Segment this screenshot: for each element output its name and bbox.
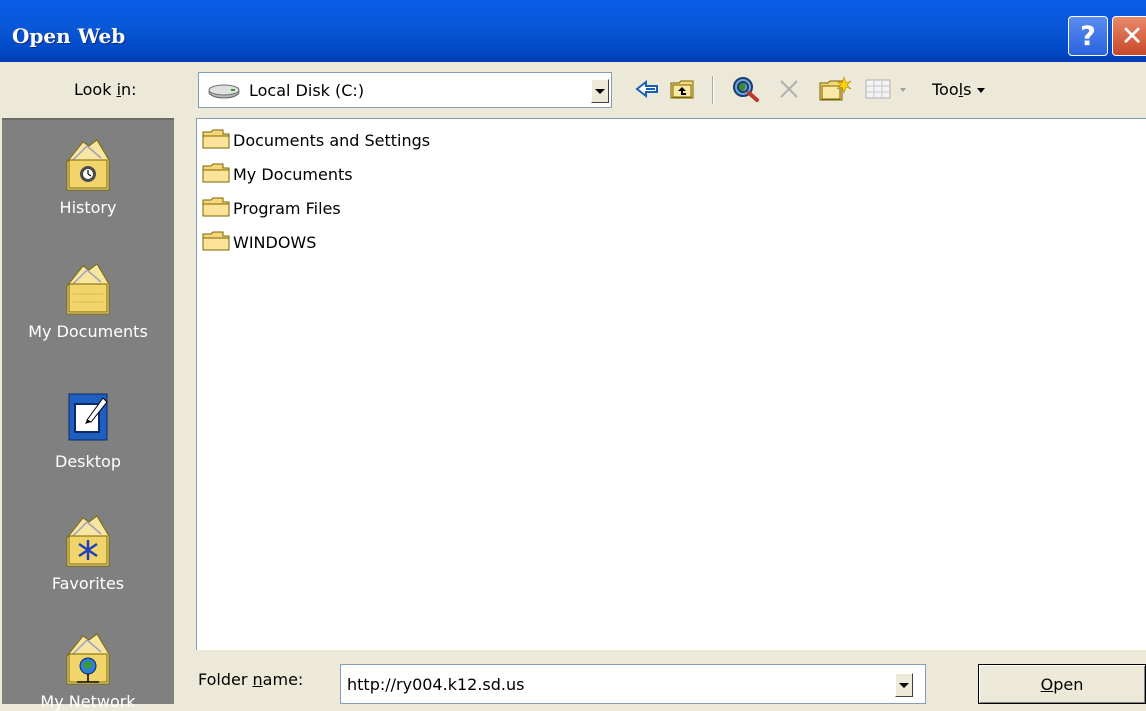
back-button[interactable]: [632, 76, 662, 106]
file-name: WINDOWS: [233, 232, 317, 252]
close-button[interactable]: ✕: [1112, 16, 1146, 56]
folder-icon: [201, 160, 233, 188]
place-label: Desktop: [55, 452, 121, 471]
chevron-down-icon: [977, 88, 986, 93]
folder-name-dropdown-button[interactable]: [895, 673, 913, 697]
tools-menu[interactable]: Tools: [932, 80, 986, 99]
place-my-documents[interactable]: My Documents: [2, 258, 174, 341]
file-list[interactable]: Documents and Settings My Documents Prog…: [196, 118, 1146, 650]
place-history[interactable]: History: [2, 134, 174, 217]
folder-name-input[interactable]: [341, 665, 881, 703]
look-in-dropdown[interactable]: Local Disk (C:): [198, 72, 612, 108]
views-button[interactable]: [862, 76, 912, 106]
place-label: History: [59, 198, 117, 217]
window-title: Open Web: [12, 24, 126, 48]
file-name: My Documents: [233, 164, 353, 184]
folder-icon: [201, 126, 233, 154]
delete-button[interactable]: [774, 76, 804, 106]
places-bar: History My Documents Desktop Favorites M…: [2, 118, 174, 711]
delete-icon: [778, 78, 800, 104]
folder-name-label: Folder name:: [198, 670, 304, 689]
place-my-network[interactable]: My Network: [2, 628, 174, 711]
list-item[interactable]: My Documents: [201, 159, 353, 189]
create-new-folder-button[interactable]: [816, 76, 854, 106]
title-bar: Open Web ? ✕: [0, 0, 1146, 62]
folder-icon: [201, 228, 233, 256]
close-icon: ✕: [1120, 20, 1144, 52]
history-icon: [2, 134, 174, 194]
open-button[interactable]: Open: [978, 664, 1146, 704]
look-in-label: Look in:: [74, 80, 137, 99]
place-label: My Documents: [28, 322, 148, 341]
place-label: Favorites: [51, 574, 125, 593]
list-item[interactable]: Documents and Settings: [201, 125, 430, 155]
chevron-down-icon: [899, 682, 909, 688]
toolbar-separator: [712, 76, 714, 104]
create-new-folder-icon: [818, 75, 852, 107]
folder-name-combo[interactable]: [340, 664, 926, 704]
search-the-web-button[interactable]: [728, 76, 764, 106]
folder-icon: [201, 194, 233, 222]
my-network-icon: [2, 628, 174, 688]
desktop-icon: [2, 388, 174, 448]
file-name: Documents and Settings: [233, 130, 431, 150]
help-button[interactable]: ?: [1068, 16, 1108, 56]
back-arrow-icon: [635, 79, 659, 103]
search-the-web-icon: [731, 75, 761, 107]
look-in-dropdown-button[interactable]: [591, 79, 609, 103]
help-icon: ?: [1080, 20, 1096, 52]
views-icon: [864, 78, 910, 104]
my-documents-icon: [2, 258, 174, 318]
list-item[interactable]: WINDOWS: [201, 227, 316, 257]
place-favorites[interactable]: Favorites: [2, 510, 174, 593]
file-name: Program Files: [233, 198, 341, 218]
chevron-down-icon: [595, 88, 605, 94]
up-one-level-icon: [669, 77, 697, 105]
up-one-level-button[interactable]: [666, 76, 700, 106]
hard-drive-icon: [207, 83, 241, 103]
place-desktop[interactable]: Desktop: [2, 388, 174, 471]
place-label: My Network: [40, 692, 136, 711]
look-in-value: Local Disk (C:): [249, 81, 365, 100]
list-item[interactable]: Program Files: [201, 193, 341, 223]
favorites-icon: [2, 510, 174, 570]
